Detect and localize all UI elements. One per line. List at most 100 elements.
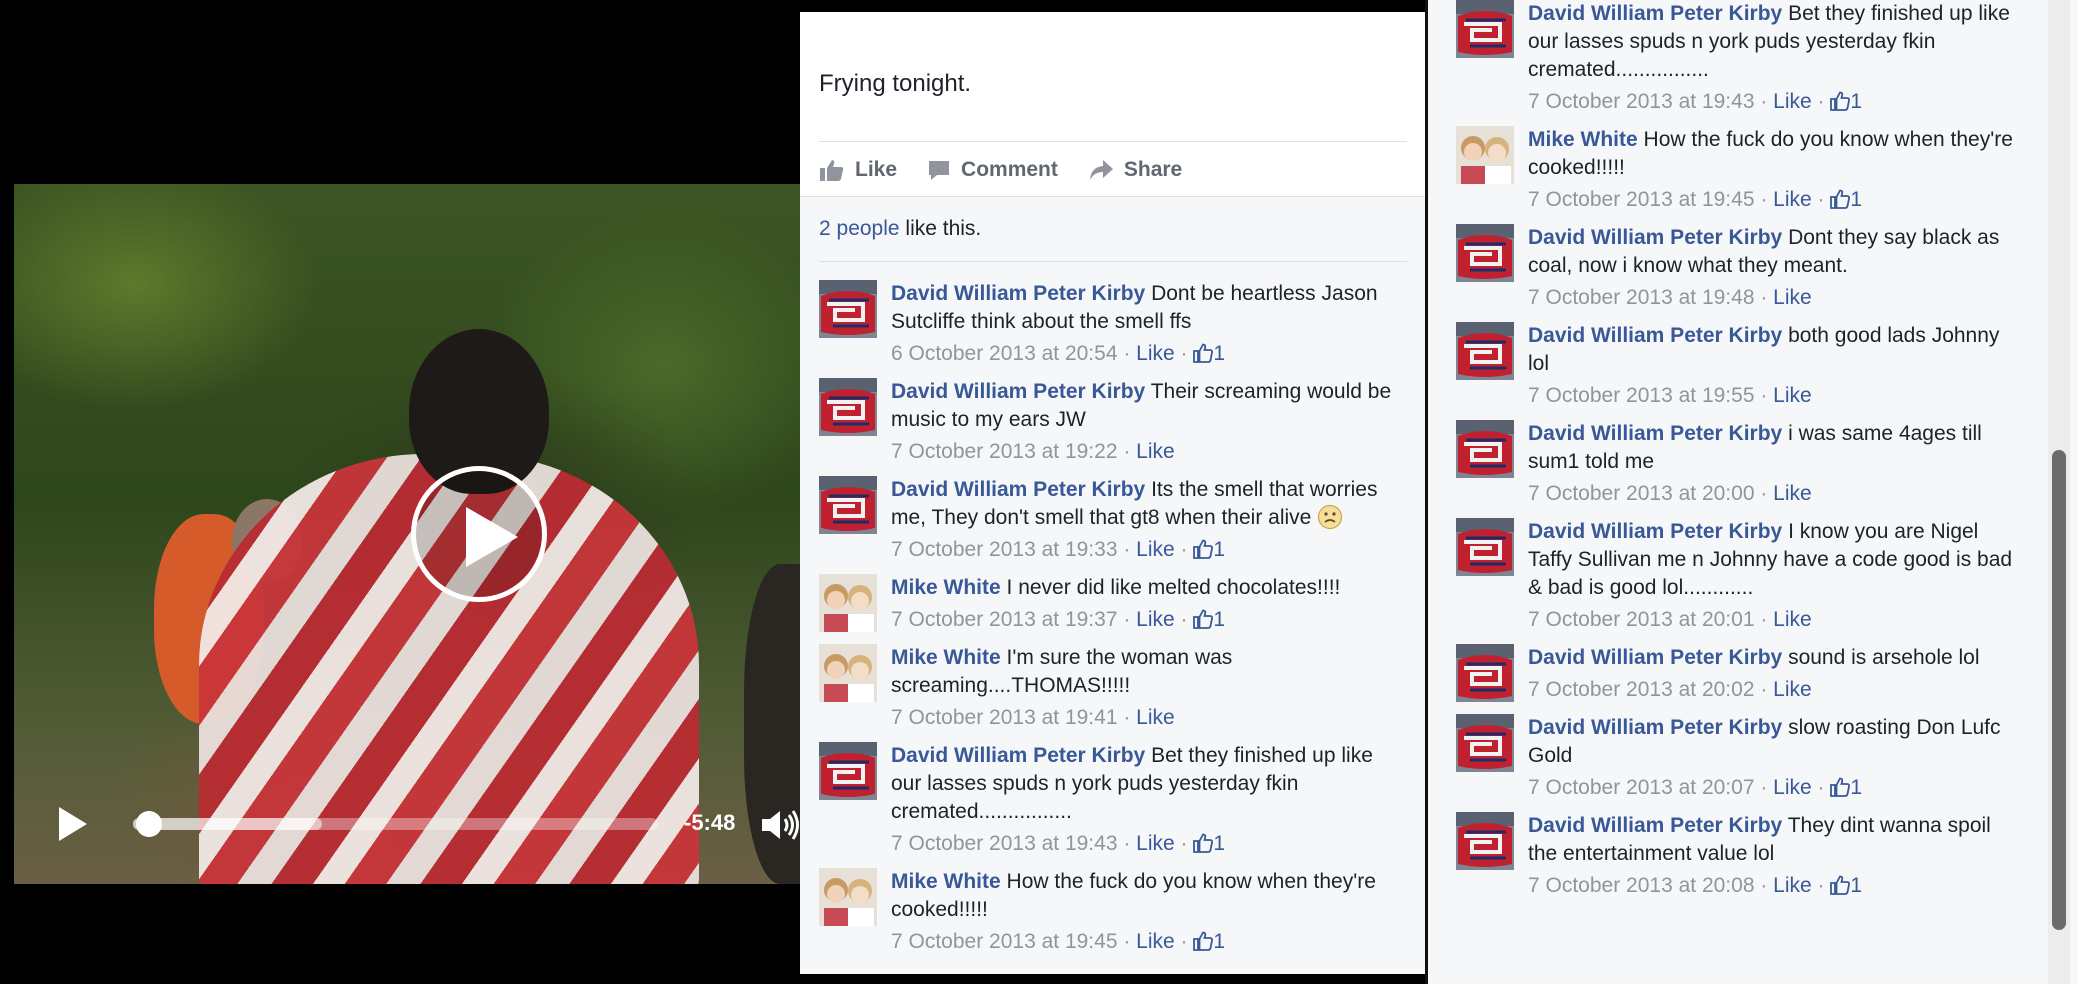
seek-bar[interactable] <box>133 818 658 830</box>
avatar-wrapper[interactable] <box>819 742 877 800</box>
share-button[interactable]: Share <box>1088 158 1182 182</box>
comment-author[interactable]: David William Peter Kirby <box>1528 226 1782 249</box>
avatar-wrapper[interactable] <box>1456 644 1514 702</box>
comment-like-link[interactable]: Like <box>1136 342 1175 365</box>
comment-like-count[interactable]: 1 <box>1193 538 1225 561</box>
comment-like-count[interactable]: 1 <box>1193 930 1225 953</box>
comment-author[interactable]: David William Peter Kirby <box>1528 520 1782 543</box>
play-icon[interactable] <box>57 807 89 841</box>
comment-author[interactable]: David William Peter Kirby <box>1528 646 1782 669</box>
avatar[interactable] <box>819 574 877 632</box>
comment-timestamp[interactable]: 7 October 2013 at 19:43 <box>1528 90 1755 113</box>
comment-like-link[interactable]: Like <box>1773 482 1812 505</box>
comment-author[interactable]: David William Peter Kirby <box>1528 2 1782 25</box>
comment-timestamp[interactable]: 7 October 2013 at 19:55 <box>1528 384 1755 407</box>
comment-like-link[interactable]: Like <box>1136 706 1175 729</box>
avatar-wrapper[interactable] <box>1456 126 1514 184</box>
volume-icon[interactable] <box>760 808 800 842</box>
avatar[interactable] <box>1456 126 1514 184</box>
comment-author[interactable]: David William Peter Kirby <box>1528 324 1782 347</box>
comment-author[interactable]: David William Peter Kirby <box>891 478 1145 501</box>
avatar[interactable] <box>819 644 877 702</box>
avatar[interactable] <box>819 742 877 800</box>
comment-like-link[interactable]: Like <box>1136 930 1175 953</box>
comment-like-link[interactable]: Like <box>1136 608 1175 631</box>
comment-timestamp[interactable]: 7 October 2013 at 19:41 <box>891 706 1118 729</box>
comment-author[interactable]: David William Peter Kirby <box>891 380 1145 403</box>
comment-author[interactable]: David William Peter Kirby <box>891 744 1145 767</box>
avatar-wrapper[interactable] <box>819 476 877 534</box>
avatar-wrapper[interactable] <box>819 574 877 632</box>
comment-like-count[interactable]: 1 <box>1830 90 1862 113</box>
comment-like-link[interactable]: Like <box>1773 286 1812 309</box>
avatar[interactable] <box>819 868 877 926</box>
video-player[interactable]: -5:48 <box>14 184 800 884</box>
scrollbar-thumb[interactable] <box>2052 450 2066 930</box>
avatar[interactable] <box>1456 644 1514 702</box>
likes-count-link[interactable]: 2 people <box>819 217 900 240</box>
avatar[interactable] <box>1456 714 1514 772</box>
comment-like-link[interactable]: Like <box>1773 384 1812 407</box>
comment-timestamp[interactable]: 7 October 2013 at 19:45 <box>1528 188 1755 211</box>
comment-timestamp[interactable]: 7 October 2013 at 19:22 <box>891 440 1118 463</box>
comment-like-link[interactable]: Like <box>1773 678 1812 701</box>
comment-like-count[interactable]: 1 <box>1830 776 1862 799</box>
comment-timestamp[interactable]: 7 October 2013 at 19:37 <box>891 608 1118 631</box>
avatar[interactable] <box>819 378 877 436</box>
comment-author[interactable]: Mike White <box>891 576 1001 599</box>
avatar-wrapper[interactable] <box>1456 812 1514 870</box>
comment-timestamp[interactable]: 7 October 2013 at 20:00 <box>1528 482 1755 505</box>
avatar[interactable] <box>1456 420 1514 478</box>
comment-like-link[interactable]: Like <box>1136 832 1175 855</box>
comment-like-link[interactable]: Like <box>1773 90 1812 113</box>
comment-like-count[interactable]: 1 <box>1193 342 1225 365</box>
like-button[interactable]: Like <box>819 158 897 182</box>
comment-like-link[interactable]: Like <box>1773 874 1812 897</box>
comment-author[interactable]: Mike White <box>891 870 1001 893</box>
avatar[interactable] <box>1456 812 1514 870</box>
avatar-wrapper[interactable] <box>1456 420 1514 478</box>
avatar-wrapper[interactable] <box>1456 322 1514 380</box>
comment-author[interactable]: David William Peter Kirby <box>1528 422 1782 445</box>
comment-like-count[interactable]: 1 <box>1193 832 1225 855</box>
avatar[interactable] <box>1456 322 1514 380</box>
avatar[interactable] <box>1456 0 1514 58</box>
comment-timestamp[interactable]: 7 October 2013 at 20:07 <box>1528 776 1755 799</box>
comment-timestamp[interactable]: 7 October 2013 at 20:01 <box>1528 608 1755 631</box>
avatar[interactable] <box>819 476 877 534</box>
avatar-wrapper[interactable] <box>819 280 877 338</box>
comment-author[interactable]: Mike White <box>891 646 1001 669</box>
comment-timestamp[interactable]: 7 October 2013 at 20:02 <box>1528 678 1755 701</box>
comment-author[interactable]: David William Peter Kirby <box>1528 716 1782 739</box>
comment-timestamp[interactable]: 7 October 2013 at 19:43 <box>891 832 1118 855</box>
comment-like-count[interactable]: 1 <box>1193 608 1225 631</box>
comment-timestamp[interactable]: 7 October 2013 at 20:08 <box>1528 874 1755 897</box>
comment-author[interactable]: David William Peter Kirby <box>891 282 1145 305</box>
avatar[interactable] <box>819 280 877 338</box>
seek-handle[interactable] <box>135 811 162 837</box>
comment-like-link[interactable]: Like <box>1773 188 1812 211</box>
comment-button[interactable]: Comment <box>927 158 1058 182</box>
comment-author[interactable]: Mike White <box>1528 128 1638 151</box>
comment-timestamp[interactable]: 7 October 2013 at 19:33 <box>891 538 1118 561</box>
comment-like-link[interactable]: Like <box>1136 440 1175 463</box>
avatar[interactable] <box>1456 224 1514 282</box>
avatar-wrapper[interactable] <box>1456 714 1514 772</box>
comment-timestamp[interactable]: 6 October 2013 at 20:54 <box>891 342 1118 365</box>
avatar[interactable] <box>1456 518 1514 576</box>
comment-like-link[interactable]: Like <box>1136 538 1175 561</box>
comment-like-link[interactable]: Like <box>1773 776 1812 799</box>
avatar-wrapper[interactable] <box>819 868 877 926</box>
comment-like-count[interactable]: 1 <box>1830 874 1862 897</box>
comment-author[interactable]: David William Peter Kirby <box>1528 814 1782 837</box>
comment-like-count[interactable]: 1 <box>1830 188 1862 211</box>
avatar-wrapper[interactable] <box>1456 224 1514 282</box>
avatar-wrapper[interactable] <box>1456 518 1514 576</box>
avatar-wrapper[interactable] <box>819 378 877 436</box>
comment-timestamp[interactable]: 7 October 2013 at 19:45 <box>891 930 1118 953</box>
comment-like-link[interactable]: Like <box>1773 608 1812 631</box>
avatar-wrapper[interactable] <box>1456 0 1514 58</box>
big-play-button[interactable] <box>411 466 547 602</box>
comment-timestamp[interactable]: 7 October 2013 at 19:48 <box>1528 286 1755 309</box>
avatar-wrapper[interactable] <box>819 644 877 702</box>
